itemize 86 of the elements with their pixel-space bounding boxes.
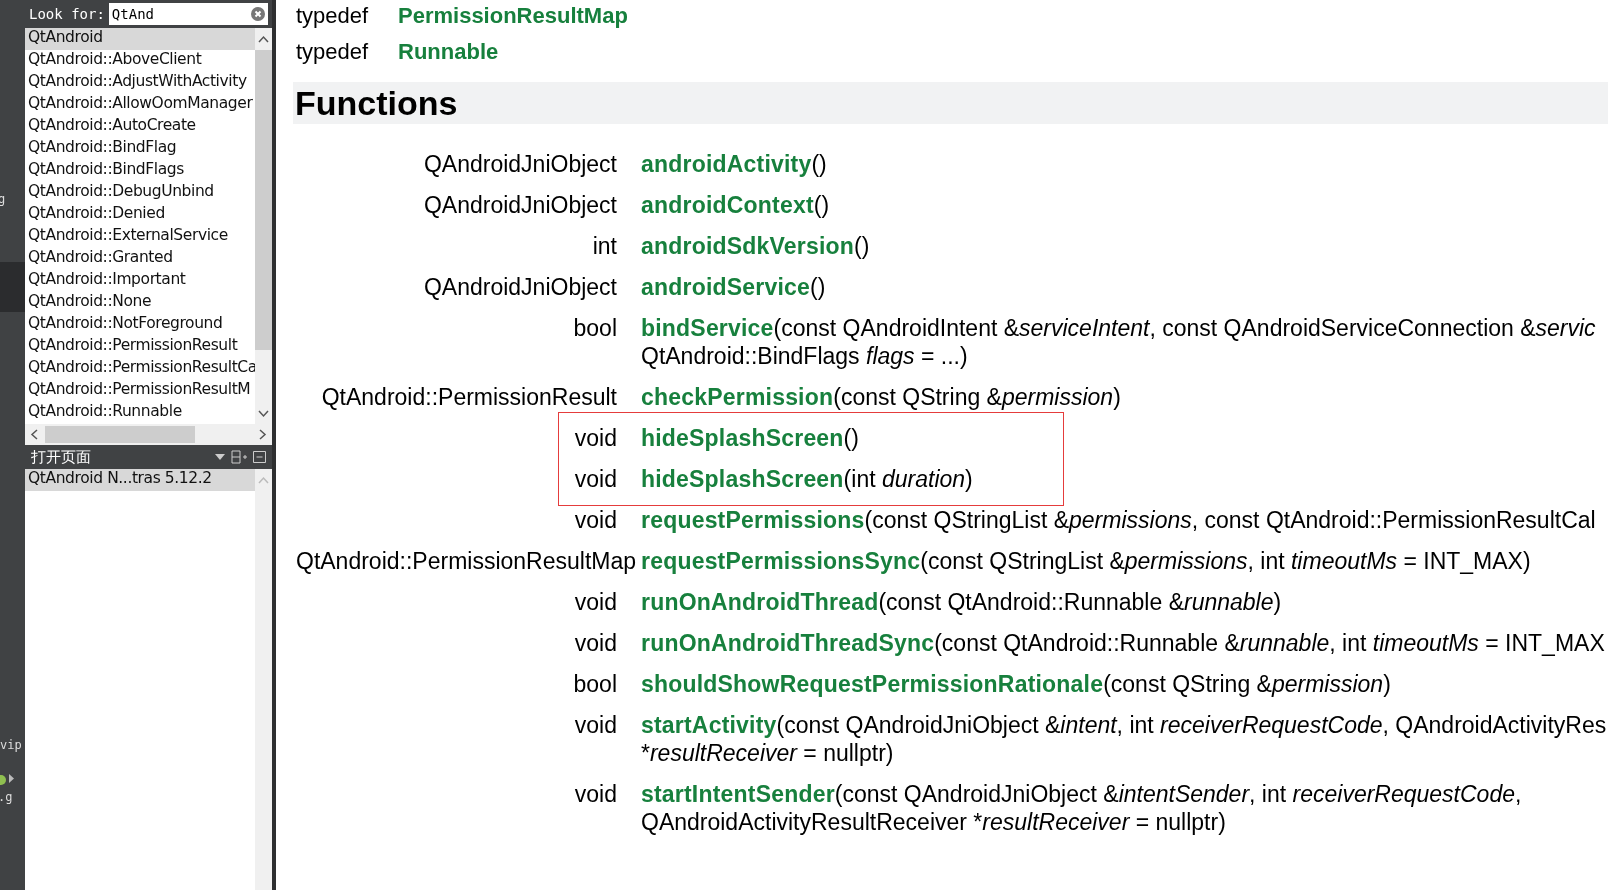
return-type: void <box>573 780 618 809</box>
return-type: void <box>573 424 618 452</box>
return-type: QtAndroid::PermissionResult <box>320 383 618 411</box>
function-link[interactable]: runOnAndroidThreadSync <box>641 630 935 656</box>
function-signature: androidSdkVersion() <box>641 232 870 260</box>
typedef-keyword: typedef <box>296 3 370 29</box>
function-link[interactable]: requestPermissions <box>641 507 865 533</box>
function-link[interactable]: hideSplashScreen <box>641 466 844 492</box>
return-type: void <box>573 506 618 534</box>
return-type: QAndroidJniObject <box>422 191 618 219</box>
index-item[interactable]: QtAndroid::AllowOomManager <box>25 94 255 116</box>
function-signature: startActivity(const QAndroidJniObject &intent, int receiverRequestCode, QAndroidActivityRes <box>641 711 1607 739</box>
clear-icon[interactable] <box>251 7 265 21</box>
index-item[interactable]: QtAndroid::Granted <box>25 248 255 270</box>
mode-label[interactable]: .g <box>0 790 13 804</box>
function-signature: androidActivity() <box>641 150 827 178</box>
return-type: bool <box>572 670 618 698</box>
function-link[interactable]: androidService <box>641 274 810 300</box>
return-type: QtAndroid::PermissionResultMap <box>296 547 638 575</box>
function-signature: hideSplashScreen(int duration) <box>641 465 973 493</box>
search-input[interactable]: QtAnd <box>111 6 251 22</box>
index-item[interactable]: QtAndroid::ExternalService <box>25 226 255 248</box>
index-item[interactable]: QtAndroid::PermissionResultCa <box>25 358 255 380</box>
return-type: QAndroidJniObject <box>422 150 618 178</box>
function-signature: requestPermissionsSync(const QStringList &permissions, int timeoutMs = INT_MAX) <box>641 547 1531 575</box>
play-icon[interactable] <box>9 774 14 783</box>
search-field[interactable]: QtAnd <box>108 3 268 25</box>
return-type: int <box>591 232 618 260</box>
function-signature: requestPermissions(const QStringList &permissions, const QtAndroid::PermissionResultCal <box>641 506 1596 534</box>
type-link[interactable]: PermissionResultMap <box>398 3 628 29</box>
function-signature: bindService(const QAndroidIntent &serviceIntent, const QAndroidServiceConnection &servic <box>641 314 1596 342</box>
index-item[interactable]: QtAndroid::Denied <box>25 204 255 226</box>
function-signature: runOnAndroidThread(const QtAndroid::Runnable &runnable) <box>641 588 1282 616</box>
typedef-keyword: typedef <box>296 39 370 65</box>
function-link[interactable]: bindService <box>641 315 774 341</box>
function-signature: *resultReceiver = nullptr) <box>641 739 895 767</box>
function-signature: androidContext() <box>641 191 830 219</box>
index-item[interactable]: QtAndroid::AboveClient <box>25 50 255 72</box>
function-signature: androidService() <box>641 273 826 301</box>
function-link[interactable]: shouldShowRequestPermissionRationale <box>641 671 1104 697</box>
dropdown-caret-icon[interactable] <box>215 454 225 460</box>
function-link[interactable]: startIntentSender <box>641 781 835 807</box>
index-item[interactable]: QtAndroid <box>25 28 255 50</box>
return-type: void <box>573 465 618 493</box>
index-item[interactable]: QtAndroid::None <box>25 292 255 314</box>
index-item[interactable]: QtAndroid::BindFlag <box>25 138 255 160</box>
function-link[interactable]: androidSdkVersion <box>641 233 854 259</box>
return-type: void <box>573 711 618 740</box>
panel-title[interactable]: 打开页面 <box>31 447 209 467</box>
horizontal-scrollbar[interactable] <box>25 424 272 445</box>
close-panel-icon[interactable] <box>253 451 266 463</box>
function-link[interactable]: androidContext <box>641 192 814 218</box>
open-page-item[interactable]: QtAndroid N...tras 5.12.2 <box>25 469 255 491</box>
function-signature: checkPermission(const QString &permission) <box>641 383 1121 411</box>
index-item[interactable]: QtAndroid::AutoCreate <box>25 116 255 138</box>
function-link[interactable]: checkPermission <box>641 384 834 410</box>
index-item[interactable]: QtAndroid::PermissionResult <box>25 336 255 358</box>
return-type: QAndroidJniObject <box>422 273 618 301</box>
index-item[interactable]: QtAndroid::Important <box>25 270 255 292</box>
function-signature: startIntentSender(const QAndroidJniObject &intentSender, int receiverRequestCode, <box>641 780 1522 808</box>
vertical-scrollbar[interactable] <box>255 28 272 424</box>
index-item[interactable]: QtAndroid::PermissionResultM <box>25 380 255 402</box>
index-item[interactable]: QtAndroid::BindFlags <box>25 160 255 182</box>
index-item[interactable]: QtAndroid::DebugUnbind <box>25 182 255 204</box>
index-item[interactable]: QtAndroid::AdjustWithActivity <box>25 72 255 94</box>
function-signature: QtAndroid::BindFlags flags = ...) <box>641 342 969 370</box>
return-type: bool <box>572 314 618 343</box>
vertical-scrollbar[interactable] <box>255 469 272 890</box>
function-signature: shouldShowRequestPermissionRationale(const QString &permission) <box>641 670 1391 698</box>
return-type: void <box>573 588 618 616</box>
return-type: void <box>573 629 618 657</box>
index-item[interactable]: QtAndroid::Runnable <box>25 402 255 424</box>
search-label: Look for: <box>29 6 105 22</box>
function-link[interactable]: hideSplashScreen <box>641 425 844 451</box>
mode-label[interactable]: vip <box>0 738 22 752</box>
function-link[interactable]: runOnAndroidThread <box>641 589 879 615</box>
function-signature: QAndroidActivityResultReceiver *resultReceiver = nullptr) <box>641 808 1227 836</box>
function-signature: hideSplashScreen() <box>641 424 859 452</box>
function-link[interactable]: startActivity <box>641 712 777 738</box>
type-link[interactable]: Runnable <box>398 39 499 65</box>
function-link[interactable]: androidActivity <box>641 151 812 177</box>
function-signature: runOnAndroidThreadSync(const QtAndroid::Runnable &runnable, int timeoutMs = INT_MAX <box>641 629 1605 657</box>
index-item[interactable]: QtAndroid::NotForeground <box>25 314 255 336</box>
function-link[interactable]: requestPermissionsSync <box>641 548 921 574</box>
split-icon[interactable] <box>231 450 247 464</box>
section-heading: Functions <box>293 82 1608 124</box>
